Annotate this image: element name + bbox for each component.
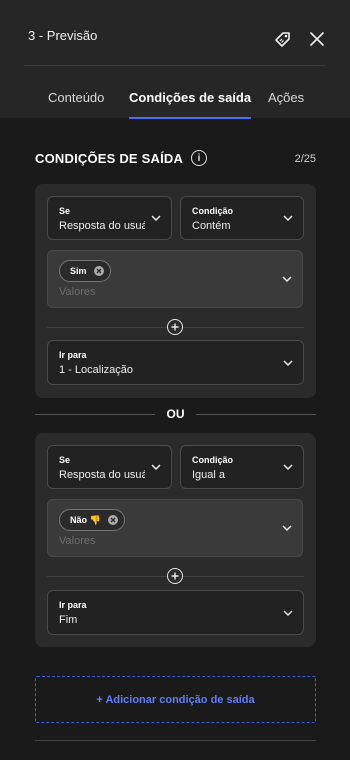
add-exit-condition-button[interactable]: + Adicionar condição de saída — [35, 676, 316, 723]
tab-condicoes-de-saida[interactable]: Condições de saída — [129, 90, 252, 119]
info-icon[interactable]: i — [191, 150, 208, 166]
se-value: Resposta do usuário — [59, 220, 145, 232]
header-actions — [272, 28, 328, 50]
condition-card-2: Se Resposta do usuário Condição Igual a … — [35, 433, 316, 647]
divider — [196, 414, 316, 415]
ir-para-select[interactable]: Ir para 1 - Localização — [47, 340, 304, 385]
or-separator: OU — [35, 404, 316, 424]
close-icon[interactable] — [306, 28, 328, 50]
se-label: Se — [59, 206, 71, 216]
condition-card-1: Se Resposta do usuário Condição Contém S… — [35, 184, 316, 398]
se-select[interactable]: Se Resposta do usuário — [47, 445, 172, 489]
values-input[interactable]: Não 👎 Valores — [47, 499, 303, 557]
se-label: Se — [59, 455, 71, 465]
chevron-down-icon — [283, 215, 293, 222]
value-chip: Não 👎 — [59, 509, 125, 531]
header-divider — [24, 65, 326, 66]
chip-label: Não 👎 — [70, 514, 101, 525]
remove-chip-icon[interactable] — [107, 515, 118, 525]
add-icon[interactable] — [167, 568, 183, 584]
remove-chip-icon[interactable] — [93, 266, 104, 276]
add-icon[interactable] — [167, 319, 183, 335]
ir-para-select[interactable]: Ir para Fim — [47, 590, 304, 635]
chevron-down-icon — [283, 464, 293, 471]
ir-para-label: Ir para — [59, 600, 87, 610]
condicao-select[interactable]: Condição Igual a — [180, 445, 304, 489]
add-value-row — [35, 319, 316, 335]
ir-para-value: Fim — [59, 614, 78, 626]
condicao-value: Igual a — [192, 469, 226, 481]
section-heading: CONDIÇÕES DE SAÍDA i — [35, 150, 208, 166]
se-select[interactable]: Se Resposta do usuário — [47, 196, 172, 240]
condicao-select[interactable]: Condição Contém — [180, 196, 304, 240]
condicao-value: Contém — [192, 220, 231, 232]
condicao-label: Condição — [192, 206, 234, 216]
se-value: Resposta do usuário — [59, 469, 145, 481]
chip-label: Sim — [70, 266, 87, 276]
ir-para-label: Ir para — [59, 350, 87, 360]
values-placeholder: Valores — [59, 535, 96, 547]
header: 3 - Previsão Conteúdo Condições de saída… — [0, 0, 350, 119]
chevron-down-icon — [151, 215, 161, 222]
divider — [35, 740, 316, 741]
tab-conteudo[interactable]: Conteúdo — [48, 90, 104, 105]
tab-bar: Conteúdo Condições de saída Ações — [0, 90, 350, 119]
tag-icon[interactable] — [272, 28, 294, 50]
condicao-label: Condição — [192, 455, 234, 465]
ir-para-value: 1 - Localização — [59, 364, 133, 376]
tab-acoes[interactable]: Ações — [268, 90, 304, 105]
page-title: 3 - Previsão — [28, 28, 98, 43]
chevron-down-icon — [283, 359, 293, 366]
chevron-down-icon — [283, 609, 293, 616]
condition-counter: 2/25 — [294, 153, 316, 165]
add-value-row — [35, 568, 316, 584]
values-input[interactable]: Sim Valores — [47, 250, 303, 308]
chevron-down-icon — [282, 525, 292, 532]
section-title: CONDIÇÕES DE SAÍDA — [35, 150, 184, 166]
value-chip: Sim — [59, 260, 111, 282]
chevron-down-icon — [282, 276, 292, 283]
chevron-down-icon — [151, 464, 161, 471]
values-placeholder: Valores — [59, 286, 96, 298]
